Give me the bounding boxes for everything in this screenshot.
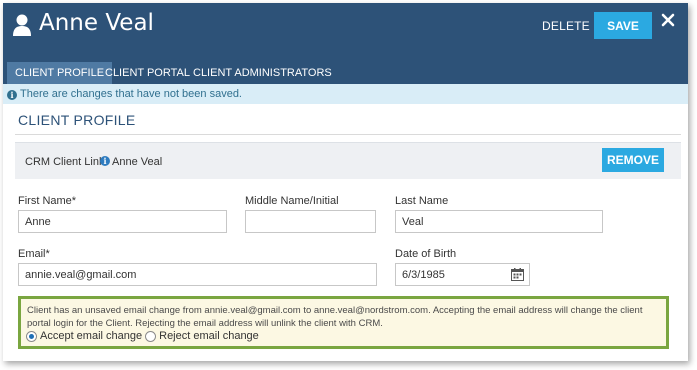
crm-link-row: CRM Client Link i Anne Veal REMOVE — [15, 142, 681, 179]
save-button[interactable]: SAVE — [594, 12, 652, 39]
email-field[interactable] — [18, 263, 377, 286]
delete-button[interactable]: DELETE — [542, 19, 590, 33]
tab-bar: CLIENT PROFILE CLIENT PORTAL CLIENT ADMI… — [3, 62, 688, 84]
middle-name-label: Middle Name/Initial — [245, 195, 339, 207]
page-title: Anne Veal — [39, 10, 154, 36]
accept-email-label[interactable]: Accept email change — [40, 330, 142, 342]
header-bar: Anne Veal DELETE SAVE — [3, 3, 688, 62]
tab-client-administrators[interactable]: CLIENT ADMINISTRATORS — [185, 62, 340, 84]
notice-text: Client has an unsaved email change from … — [27, 305, 643, 329]
crm-link-label: CRM Client Link — [25, 156, 105, 168]
email-label: Email* — [18, 248, 50, 260]
section-divider — [15, 134, 681, 135]
last-name-field[interactable] — [395, 210, 603, 233]
dob-label: Date of Birth — [395, 248, 457, 260]
section-title: CLIENT PROFILE — [18, 112, 136, 128]
crm-client-name: Anne Veal — [112, 156, 163, 168]
email-change-notice: Client has an unsaved email change from … — [18, 296, 669, 349]
middle-name-field[interactable] — [245, 210, 376, 233]
close-icon[interactable] — [661, 13, 675, 27]
client-editor-window: Anne Veal DELETE SAVE CLIENT PROFILE CLI… — [3, 3, 688, 361]
email-change-options: Accept email change Reject email change — [26, 330, 259, 342]
accept-email-radio[interactable] — [26, 330, 37, 342]
dob-field[interactable] — [395, 263, 530, 286]
unsaved-changes-banner: i There are changes that have not been sa… — [3, 84, 688, 104]
tab-client-portal[interactable]: CLIENT PORTAL — [97, 62, 198, 84]
user-icon — [13, 14, 31, 36]
calendar-icon[interactable] — [511, 268, 524, 281]
info-icon[interactable]: i — [100, 156, 110, 166]
info-icon: i — [7, 90, 17, 100]
remove-button[interactable]: REMOVE — [602, 148, 664, 172]
first-name-field[interactable] — [18, 210, 227, 233]
reject-email-radio[interactable] — [145, 330, 157, 342]
reject-email-label[interactable]: Reject email change — [159, 330, 259, 342]
last-name-label: Last Name — [395, 195, 449, 207]
banner-text: There are changes that have not been sav… — [20, 88, 242, 100]
first-name-label: First Name* — [18, 195, 77, 207]
